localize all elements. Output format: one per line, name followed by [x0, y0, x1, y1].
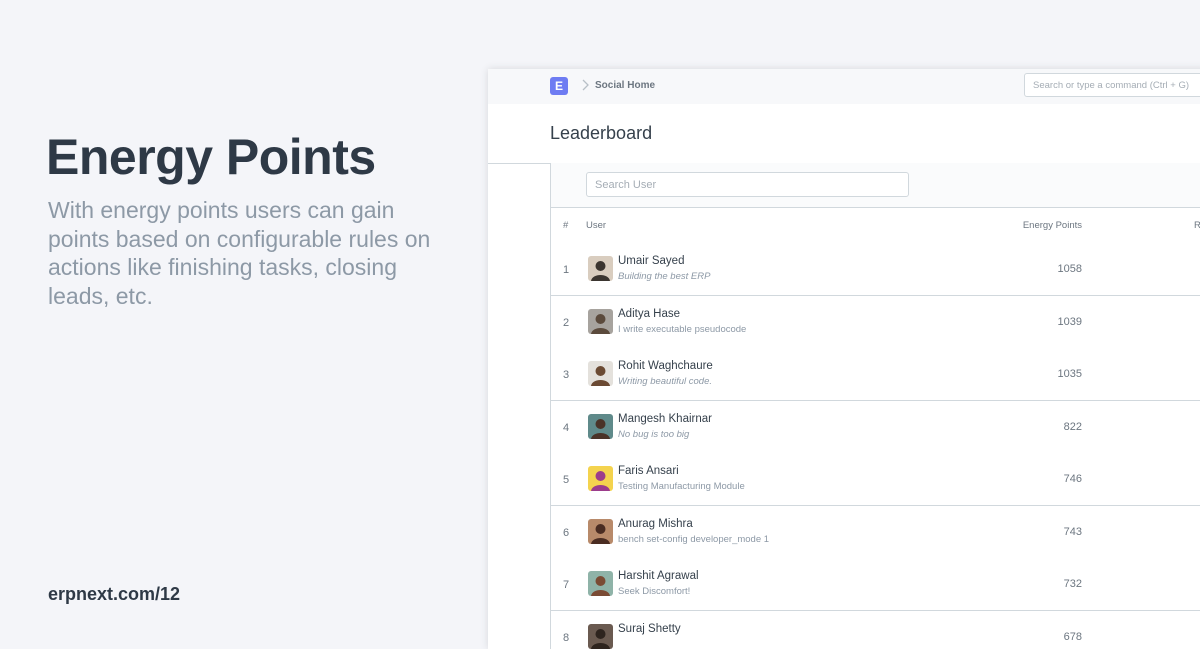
- hero-title: Energy Points: [46, 128, 376, 186]
- column-header-rank: #: [563, 220, 568, 231]
- column-header-rank-right[interactable]: R: [1194, 220, 1200, 231]
- app-logo[interactable]: E: [550, 77, 568, 95]
- user-name-link[interactable]: Mangesh Khairnar: [618, 413, 712, 425]
- hero-description: With energy points users can gain points…: [48, 196, 448, 310]
- row-rank: 3: [563, 369, 569, 381]
- table-row[interactable]: 3 Rohit Waghchaure Writing beautiful code.…: [551, 348, 1200, 401]
- app-window: E Social Home Leaderboard # User Energy …: [488, 69, 1200, 649]
- user-name-link[interactable]: Faris Ansari: [618, 465, 679, 477]
- avatar[interactable]: [588, 624, 613, 649]
- table-row[interactable]: 7 Harshit Agrawal Seek Discomfort! 732: [551, 558, 1200, 611]
- user-avatar-icon: [588, 519, 613, 544]
- energy-points-value: 678: [982, 631, 1082, 643]
- energy-points-value: 1058: [982, 263, 1082, 275]
- row-rank: 1: [563, 264, 569, 276]
- user-bio: Seek Discomfort!: [618, 586, 690, 597]
- avatar[interactable]: [588, 571, 613, 596]
- row-rank: 7: [563, 579, 569, 591]
- column-header-energy-points[interactable]: Energy Points: [982, 220, 1082, 231]
- table-row[interactable]: 6 Anurag Mishra bench set-config developer…: [551, 506, 1200, 559]
- energy-points-value: 1035: [982, 368, 1082, 380]
- user-name-link[interactable]: Harshit Agrawal: [618, 570, 699, 582]
- energy-points-value: 732: [982, 578, 1082, 590]
- user-bio: Writing beautiful code.: [618, 376, 712, 387]
- user-avatar-icon: [588, 256, 613, 281]
- user-avatar-icon: [588, 466, 613, 491]
- energy-points-value: 746: [982, 473, 1082, 485]
- user-bio: bench set-config developer_mode 1: [618, 534, 769, 545]
- column-header-user: User: [586, 220, 606, 231]
- page-title: Leaderboard: [550, 123, 652, 144]
- user-avatar-icon: [588, 571, 613, 596]
- search-user-input[interactable]: [586, 172, 909, 197]
- user-bio: Building the best ERP: [618, 271, 710, 282]
- avatar[interactable]: [588, 309, 613, 334]
- navbar: E Social Home: [488, 69, 1200, 105]
- user-name-link[interactable]: Umair Sayed: [618, 255, 684, 267]
- avatar[interactable]: [588, 414, 613, 439]
- chevron-right-icon: [578, 78, 592, 92]
- user-name-link[interactable]: Suraj Shetty: [618, 623, 681, 635]
- hero-link[interactable]: erpnext.com/12: [48, 584, 180, 605]
- user-bio: No bug is too big: [618, 429, 689, 440]
- leaderboard-card: # User Energy Points R 1 Umair Sayed Build…: [550, 163, 1200, 649]
- energy-points-value: 743: [982, 526, 1082, 538]
- table-row[interactable]: 5 Faris Ansari Testing Manufacturing Modul…: [551, 453, 1200, 506]
- user-name-link[interactable]: Anurag Mishra: [618, 518, 693, 530]
- user-avatar-icon: [588, 361, 613, 386]
- avatar[interactable]: [588, 256, 613, 281]
- user-name-link[interactable]: Aditya Hase: [618, 308, 680, 320]
- table-row[interactable]: 2 Aditya Hase I write executable pseudocod…: [551, 296, 1200, 349]
- table-row[interactable]: 4 Mangesh Khairnar No bug is too big 822: [551, 401, 1200, 454]
- energy-points-value: 1039: [982, 316, 1082, 328]
- filter-area: [551, 163, 1200, 208]
- user-avatar-icon: [588, 309, 613, 334]
- row-rank: 4: [563, 422, 569, 434]
- breadcrumb-social-home[interactable]: Social Home: [595, 80, 655, 91]
- table-row[interactable]: 8 Suraj Shetty 678: [551, 611, 1200, 649]
- energy-points-value: 822: [982, 421, 1082, 433]
- awesomebar-search-input[interactable]: [1024, 73, 1200, 97]
- user-name-link[interactable]: Rohit Waghchaure: [618, 360, 713, 372]
- row-rank: 2: [563, 317, 569, 329]
- page-head: Leaderboard: [488, 104, 1200, 164]
- table-header: # User Energy Points R: [551, 207, 1200, 244]
- table-row[interactable]: 1 Umair Sayed Building the best ERP 1058: [551, 243, 1200, 296]
- user-avatar-icon: [588, 624, 613, 649]
- row-rank: 6: [563, 527, 569, 539]
- avatar[interactable]: [588, 519, 613, 544]
- user-bio: I write executable pseudocode: [618, 324, 746, 335]
- user-avatar-icon: [588, 414, 613, 439]
- user-bio: Testing Manufacturing Module: [618, 481, 745, 492]
- avatar[interactable]: [588, 361, 613, 386]
- row-rank: 5: [563, 474, 569, 486]
- row-rank: 8: [563, 632, 569, 644]
- avatar[interactable]: [588, 466, 613, 491]
